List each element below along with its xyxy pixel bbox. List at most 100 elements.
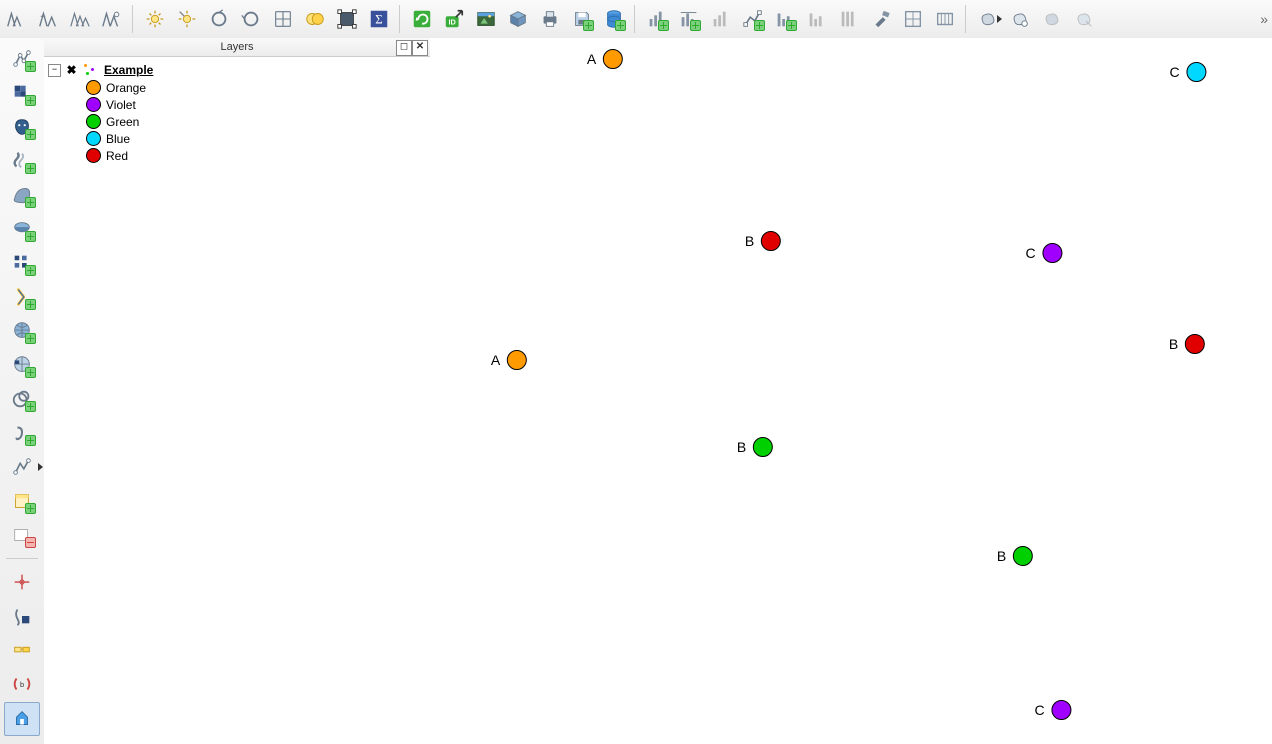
- topology-tool-icon[interactable]: [5, 634, 39, 666]
- sigma-sum-icon[interactable]: Σ: [364, 4, 394, 34]
- add-wcs-layer-icon[interactable]: [5, 349, 39, 381]
- map-feature[interactable]: C: [1169, 62, 1206, 82]
- svg-text:b: b: [20, 680, 24, 689]
- feature-label: B: [1169, 336, 1178, 352]
- overlap-circles-icon[interactable]: [300, 4, 330, 34]
- chart-1-icon[interactable]: [642, 4, 672, 34]
- map-feature[interactable]: B: [745, 231, 781, 251]
- map-feature[interactable]: C: [1034, 700, 1071, 720]
- feature-label: B: [997, 548, 1006, 564]
- filter-a-icon[interactable]: [1, 4, 31, 34]
- filter-c-icon[interactable]: [65, 4, 95, 34]
- dock-panel-button[interactable]: ◻: [396, 40, 412, 56]
- add-expression-layer-icon[interactable]: [5, 281, 39, 313]
- feature-point-icon: [507, 350, 527, 370]
- node-tool-icon[interactable]: [5, 600, 39, 632]
- chart-2-icon[interactable]: [674, 4, 704, 34]
- layer-name[interactable]: Example: [104, 63, 153, 77]
- feature-label: C: [1169, 64, 1179, 80]
- map-feature[interactable]: A: [587, 49, 623, 69]
- map-feature[interactable]: B: [997, 546, 1033, 566]
- add-mesh-layer-icon[interactable]: [5, 179, 39, 211]
- tool-b-icon[interactable]: [930, 4, 960, 34]
- chart-3-icon[interactable]: [706, 4, 736, 34]
- feature-point-icon: [753, 437, 773, 457]
- shape-c-icon[interactable]: [1037, 4, 1067, 34]
- hammer-icon[interactable]: [866, 4, 896, 34]
- feature-point-icon: [1013, 546, 1033, 566]
- print-icon[interactable]: [535, 4, 565, 34]
- legend-row[interactable]: Orange: [86, 79, 426, 96]
- expand-collapse-button[interactable]: −: [48, 64, 61, 77]
- add-virtual-layer-icon[interactable]: [5, 383, 39, 415]
- refresh-green-icon[interactable]: [407, 4, 437, 34]
- layer-visibility-checkbox[interactable]: ✖: [65, 63, 78, 77]
- remove-layer-icon[interactable]: [5, 519, 39, 551]
- save-layer-icon[interactable]: [567, 4, 597, 34]
- legend-row[interactable]: Red: [86, 147, 426, 164]
- add-postgis-layer-icon[interactable]: [5, 111, 39, 143]
- add-raster-layer-icon[interactable]: [5, 77, 39, 109]
- feature-point-icon: [761, 231, 781, 251]
- layers-panel: Layers ◻ ✕ − ✖ Example OrangeVioletGreen…: [44, 38, 431, 744]
- map-canvas[interactable]: A C B C B A B B C: [430, 38, 1272, 744]
- legend-label: Red: [106, 149, 128, 163]
- layers-panel-titlebar: Layers ◻ ✕: [44, 38, 430, 57]
- map-feature[interactable]: B: [1169, 334, 1205, 354]
- chart-5-icon[interactable]: [802, 4, 832, 34]
- toolbar-overflow-button[interactable]: »: [1260, 11, 1272, 27]
- legend-label: Orange: [106, 81, 146, 95]
- shape-a-icon[interactable]: [973, 4, 1003, 34]
- add-delimited-text-layer-icon[interactable]: [5, 417, 39, 449]
- shape-d-icon[interactable]: [1069, 4, 1099, 34]
- feature-point-icon: [1185, 334, 1205, 354]
- grid-icon[interactable]: [268, 4, 298, 34]
- legend-swatch: [86, 97, 101, 112]
- sun-2-icon[interactable]: [172, 4, 202, 34]
- chart-4-icon[interactable]: [770, 4, 800, 34]
- legend-swatch: [86, 131, 101, 146]
- box-blue-icon[interactable]: [503, 4, 533, 34]
- vertex-tool-icon[interactable]: [5, 566, 39, 598]
- add-wms-layer-icon[interactable]: [5, 213, 39, 245]
- labeling-tool-icon[interactable]: b: [5, 668, 39, 700]
- chart-line-icon[interactable]: [738, 4, 768, 34]
- tool-a-icon[interactable]: [898, 4, 928, 34]
- legend-row[interactable]: Blue: [86, 130, 426, 147]
- circle-tool-1-icon[interactable]: [204, 4, 234, 34]
- left-tool-column: b: [0, 38, 45, 744]
- svg-text:Σ: Σ: [375, 13, 382, 27]
- diagram-tool-icon[interactable]: [4, 702, 40, 736]
- id-arrow-icon[interactable]: ID: [439, 4, 469, 34]
- feature-label: B: [745, 233, 754, 249]
- legend-row[interactable]: Green: [86, 113, 426, 130]
- map-feature[interactable]: B: [737, 437, 773, 457]
- legend-swatch: [86, 148, 101, 163]
- layer-root-row[interactable]: − ✖ Example: [48, 63, 426, 77]
- feature-label: A: [491, 352, 500, 368]
- filter-d-icon[interactable]: [97, 4, 127, 34]
- map-feature[interactable]: C: [1025, 243, 1062, 263]
- add-vector-layer-icon[interactable]: [5, 43, 39, 75]
- add-pointcloud-layer-icon[interactable]: [5, 247, 39, 279]
- shape-b-icon[interactable]: [1005, 4, 1035, 34]
- layers-tree[interactable]: − ✖ Example OrangeVioletGreenBlue Red: [44, 57, 430, 744]
- database-icon[interactable]: [599, 4, 629, 34]
- image-layer-icon[interactable]: [471, 4, 501, 34]
- circle-tool-2-icon[interactable]: [236, 4, 266, 34]
- add-wfs-layer-icon[interactable]: [5, 315, 39, 347]
- svg-text:ID: ID: [448, 18, 455, 27]
- add-spatialite-layer-icon[interactable]: [5, 145, 39, 177]
- new-geopackage-layer-icon[interactable]: [5, 485, 39, 517]
- legend-row[interactable]: Violet: [86, 96, 426, 113]
- close-panel-button[interactable]: ✕: [412, 40, 428, 56]
- feature-label: C: [1034, 702, 1044, 718]
- sun-1-icon[interactable]: [140, 4, 170, 34]
- feature-label: B: [737, 439, 746, 455]
- chart-6-icon[interactable]: [834, 4, 864, 34]
- filter-b-icon[interactable]: [33, 4, 63, 34]
- new-vector-layer-icon[interactable]: [5, 451, 39, 483]
- box-handles-icon[interactable]: [332, 4, 362, 34]
- map-feature[interactable]: A: [491, 350, 527, 370]
- top-toolbar: Σ ID »: [0, 0, 1272, 39]
